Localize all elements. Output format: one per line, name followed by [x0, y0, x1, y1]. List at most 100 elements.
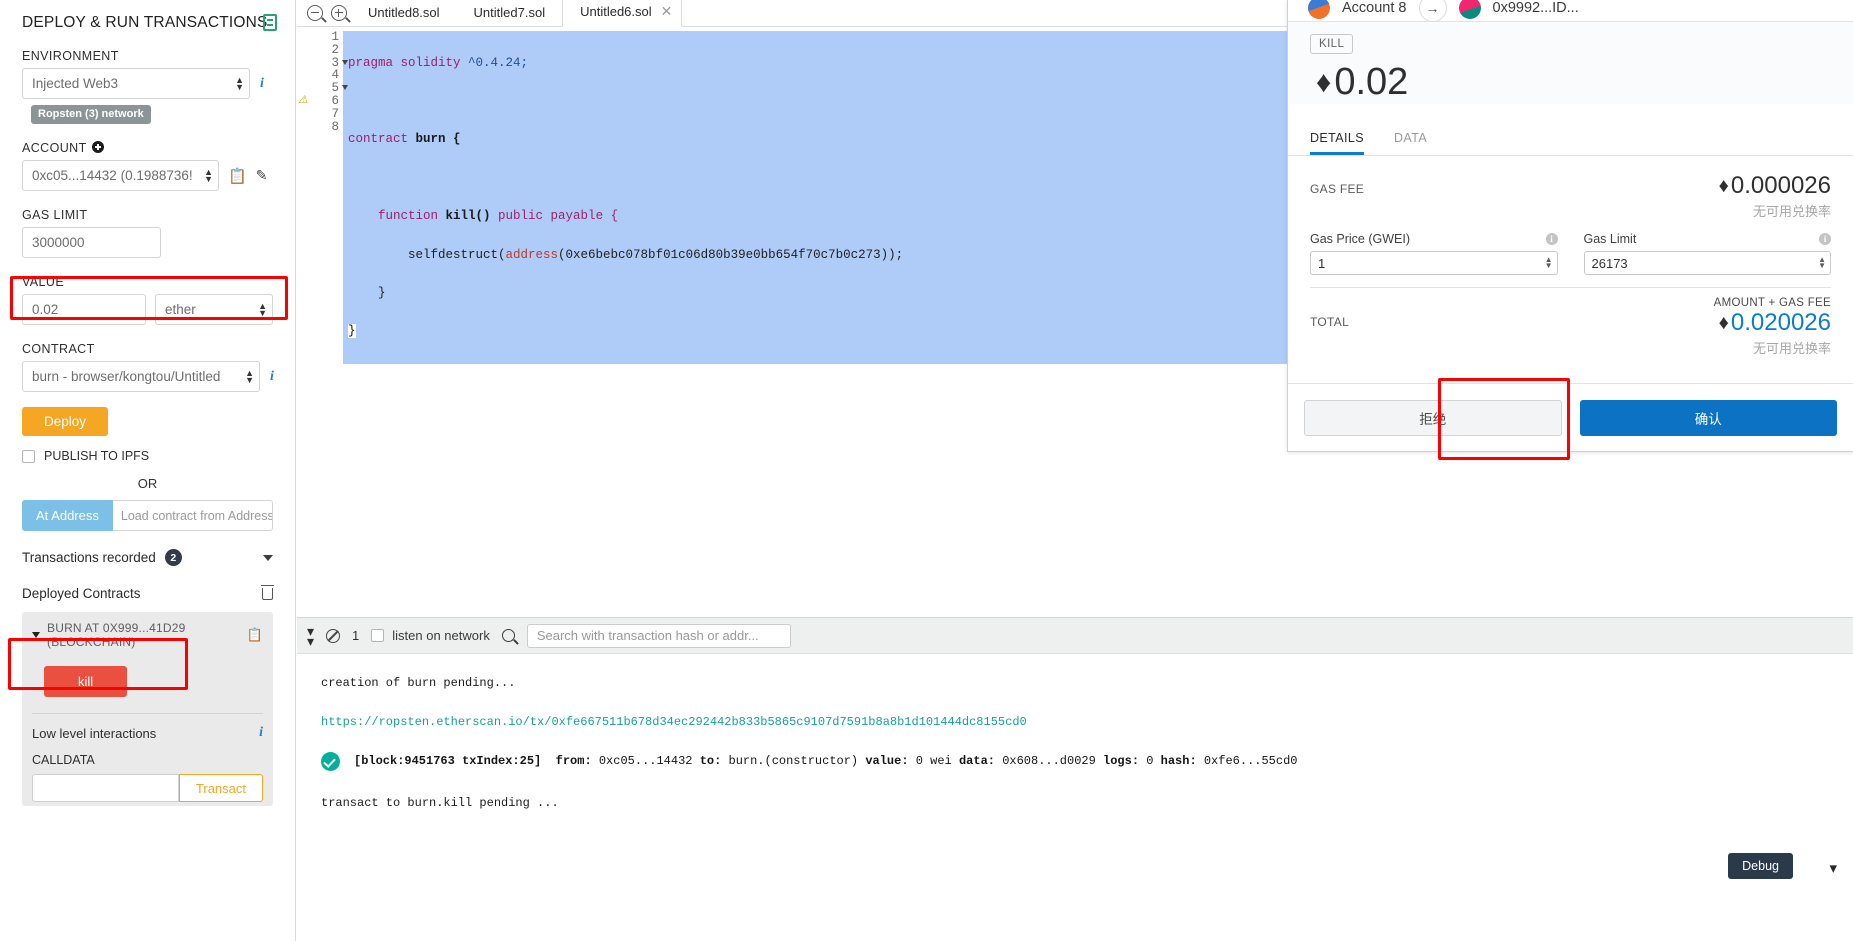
- pending-count: 1: [352, 628, 360, 643]
- terminal-toolbar: ▾ ▾ 1 listen on network Search with trans…: [297, 618, 1853, 654]
- publish-ipfs-checkbox[interactable]: [22, 449, 35, 463]
- add-account-icon[interactable]: [91, 141, 104, 153]
- gas-price-label-row: Gas Price (GWEI) i: [1310, 232, 1558, 246]
- tab-untitled7[interactable]: Untitled7.sol: [457, 1, 563, 26]
- fold-arrow-icon[interactable]: [342, 59, 348, 65]
- clear-console-icon[interactable]: [326, 628, 341, 643]
- transaction-log-row[interactable]: [block:9451763 txIndex:25] from: 0xc05..…: [321, 752, 1853, 771]
- listen-on-network-checkbox[interactable]: [371, 629, 385, 642]
- etherscan-link[interactable]: https://ropsten.etherscan.io/tx/0xfe6675…: [321, 715, 1853, 729]
- gas-limit-input[interactable]: 3000000: [22, 227, 161, 258]
- zoom-in-icon[interactable]: [331, 5, 347, 21]
- value-label: VALUE: [22, 275, 65, 289]
- code-brace: }: [348, 285, 386, 300]
- tab-untitled8[interactable]: Untitled8.sol: [351, 1, 457, 26]
- line-number-gutter: 1 2 3 4 5 ⚠ 6 7 8: [297, 31, 348, 364]
- metamask-details: GAS FEE ♦ 0.000026 无可用兑换率 Gas Price (GWEI…: [1288, 156, 1853, 357]
- total-label: TOTAL: [1310, 315, 1350, 329]
- log-logs-value: 0: [1146, 754, 1154, 768]
- code-address-literal: (0xe6bebc078bf01c06d80b39e0bb654f70c7b0c…: [558, 247, 904, 262]
- sign-message-icon[interactable]: ✎: [256, 167, 268, 184]
- low-level-interactions-row: Low level interactions i: [32, 714, 263, 741]
- tab-untitled6[interactable]: Untitled6.sol ✕: [562, 0, 683, 27]
- warning-icon[interactable]: ⚠: [298, 95, 308, 108]
- deployed-contract-header[interactable]: BURN AT 0X999...41D29 (BLOCKCHAIN) 📋: [32, 621, 263, 649]
- reject-button[interactable]: 拒绝: [1304, 399, 1562, 436]
- deployed-contract-card: BURN AT 0X999...41D29 (BLOCKCHAIN) 📋 kil…: [22, 612, 273, 806]
- stepper-arrows-icon[interactable]: ▲ ▼: [1545, 256, 1553, 270]
- account-label: ACCOUNT: [22, 141, 273, 155]
- transact-button[interactable]: Transact: [178, 774, 263, 802]
- metamask-summary: KILL ♦ 0.02: [1288, 22, 1853, 104]
- network-badge: Ropsten (3) network: [31, 105, 151, 124]
- confirm-button[interactable]: 确认: [1579, 399, 1837, 436]
- panel-menu-icon[interactable]: [263, 14, 277, 31]
- account-select[interactable]: 0xc05...14432 (0.1988736!: [22, 160, 219, 191]
- gas-fee-label: GAS FEE: [1310, 182, 1365, 196]
- trash-icon[interactable]: [261, 584, 274, 600]
- chevron-down-icon[interactable]: [263, 554, 273, 561]
- collapse-terminal-icon[interactable]: ▾ ▾: [307, 624, 314, 648]
- gas-limit-input[interactable]: 26173: [1583, 251, 1831, 275]
- caret-down-icon[interactable]: [32, 632, 40, 638]
- gas-fee-amount: ♦ 0.000026: [1719, 172, 1831, 200]
- environment-info-icon[interactable]: i: [260, 76, 264, 92]
- gas-controls: Gas Price (GWEI) i 1 ▲ ▼ Gas Limit i 26173 …: [1310, 232, 1831, 275]
- low-level-info-icon[interactable]: i: [259, 725, 263, 741]
- transaction-log-text: [block:9451763 txIndex:25] from: 0xc05..…: [354, 754, 1297, 768]
- tab-details[interactable]: DETAILS: [1310, 122, 1364, 155]
- gas-price-input[interactable]: 1: [1310, 251, 1558, 275]
- copy-account-icon[interactable]: 📋: [228, 167, 247, 185]
- gas-limit-info-icon[interactable]: i: [1819, 233, 1831, 245]
- ethereum-icon: ♦: [1718, 174, 1729, 197]
- deploy-button[interactable]: Deploy: [22, 407, 109, 436]
- code-selfdestruct: selfdestruct(: [348, 247, 506, 262]
- gas-price-info-icon[interactable]: i: [1545, 233, 1558, 245]
- arrow-right-icon: →: [1418, 0, 1447, 22]
- log-data-label: data:: [958, 754, 995, 768]
- at-address-input[interactable]: Load contract from Address: [112, 500, 273, 531]
- log-value-value: 0 wei: [915, 754, 952, 768]
- terminal-output: creation of burn pending... https://rops…: [297, 654, 1853, 810]
- debug-button[interactable]: Debug: [1728, 853, 1793, 879]
- stepper-arrows-icon[interactable]: ▲ ▼: [1818, 256, 1826, 270]
- code-version: ^0.4.24;: [468, 55, 529, 70]
- search-icon: [501, 629, 515, 642]
- metamask-tabs: DETAILS DATA: [1288, 122, 1853, 156]
- value-amount-input[interactable]: 0.02: [22, 294, 146, 325]
- transactions-count-badge: 2: [164, 549, 182, 566]
- value-unit-select[interactable]: ether: [155, 294, 273, 325]
- log-pending-creation: creation of burn pending...: [321, 676, 516, 690]
- code-keyword: function: [378, 209, 446, 224]
- amount-plus-gas-label: AMOUNT + GAS FEE: [1713, 297, 1831, 309]
- at-address-button[interactable]: At Address: [22, 500, 113, 531]
- or-divider: OR: [137, 476, 158, 491]
- log-to-value: burn.(constructor): [728, 754, 859, 768]
- code-contract-name: burn {: [415, 132, 461, 147]
- fold-arrow-icon[interactable]: [342, 85, 348, 91]
- code-brace: }: [348, 324, 356, 339]
- gas-limit-stepper: 26173 ▲ ▼: [1583, 251, 1831, 275]
- deployed-contracts-label: Deployed Contracts: [22, 586, 141, 601]
- calldata-input[interactable]: [32, 774, 179, 802]
- deploy-run-sidebar: DEPLOY & RUN TRANSACTIONS ENVIRONMENT In…: [0, 0, 296, 941]
- contract-info-icon[interactable]: i: [270, 369, 274, 385]
- contract-select[interactable]: burn - browser/kongtou/Untitled: [22, 361, 260, 392]
- code-type: address: [505, 247, 559, 262]
- transaction-search-input[interactable]: Search with transaction hash or addr...: [526, 623, 791, 648]
- success-check-icon: [321, 752, 340, 771]
- calldata-row: Transact: [32, 774, 263, 802]
- zoom-out-icon[interactable]: [307, 5, 323, 21]
- total-row: TOTAL ♦ 0.020026 无可用兑换率: [1310, 309, 1831, 357]
- close-icon[interactable]: ✕: [661, 3, 673, 20]
- remix-ide-window: DEPLOY & RUN TRANSACTIONS ENVIRONMENT In…: [0, 0, 1853, 941]
- method-badge: KILL: [1310, 34, 1354, 54]
- kill-function-button[interactable]: kill: [44, 666, 128, 697]
- tab-data[interactable]: DATA: [1394, 122, 1427, 155]
- expand-log-icon[interactable]: ▾: [1829, 859, 1837, 877]
- transactions-recorded-row[interactable]: Transactions recorded 2: [22, 549, 273, 566]
- copy-address-icon[interactable]: 📋: [247, 627, 263, 643]
- recipient-address: 0x9992...ID...: [1492, 0, 1579, 16]
- environment-select[interactable]: Injected Web3: [22, 68, 250, 99]
- gas-fee-values: ♦ 0.000026 无可用兑换率: [1719, 172, 1831, 220]
